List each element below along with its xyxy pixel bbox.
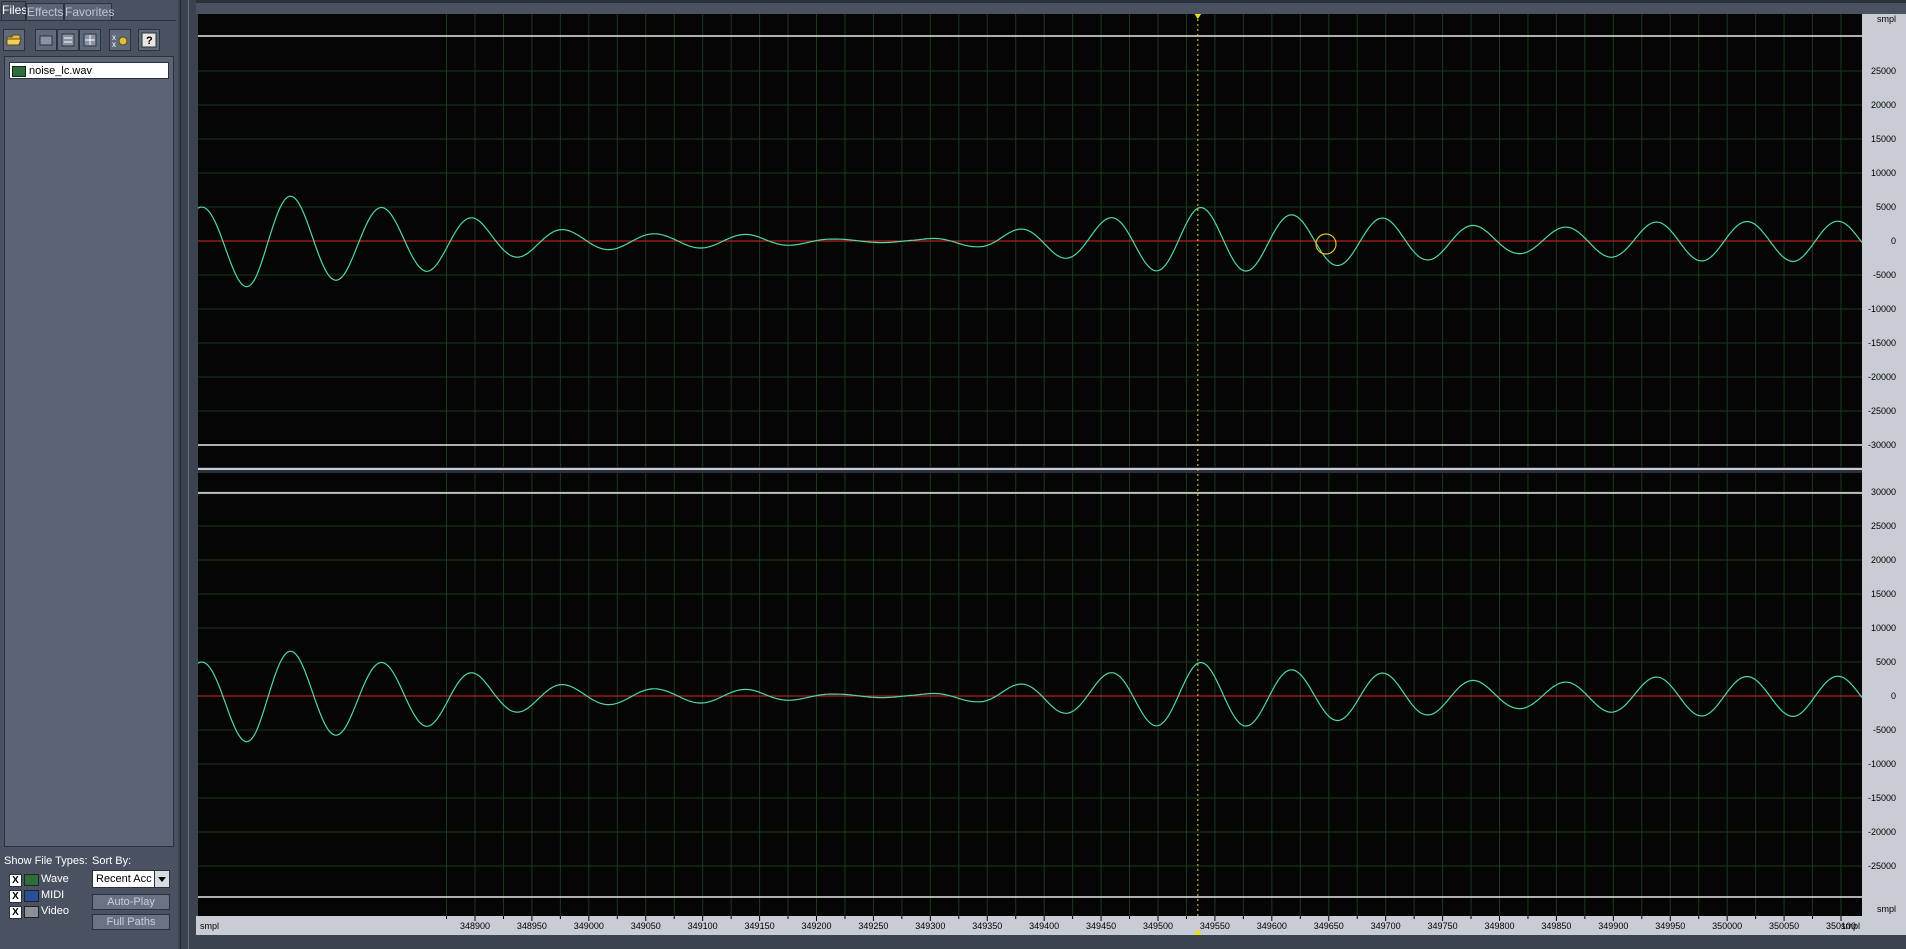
sort-by-select[interactable]: Recent Acc: [92, 870, 170, 888]
amplitude-tick-label: 10000: [1871, 168, 1896, 178]
time-tick-label: 349300: [915, 921, 945, 931]
time-tick-label: 349150: [745, 921, 775, 931]
time-unit-label: smpl: [200, 921, 219, 931]
file-panel: Files Effects Favorites xx ? noise_lc.wa…: [0, 0, 178, 949]
open-folder-icon[interactable]: [3, 29, 25, 51]
time-tick-label: 349250: [858, 921, 888, 931]
amplitude-tick-label: 15000: [1871, 134, 1896, 144]
tab-favorites[interactable]: Favorites: [64, 3, 114, 20]
file-list[interactable]: noise_lc.wav: [4, 56, 174, 847]
time-tick-label: 349650: [1314, 921, 1344, 931]
time-tick-label: 349800: [1484, 921, 1514, 931]
tab-divider: [0, 20, 176, 21]
svg-text:?: ?: [146, 35, 153, 47]
list-item[interactable]: noise_lc.wav: [9, 62, 169, 79]
midi-type-icon: [24, 890, 39, 902]
svg-text:x: x: [112, 40, 116, 48]
time-tick-label: 350050: [1769, 921, 1799, 931]
amplitude-tick-label: 0: [1891, 691, 1896, 701]
video-checkbox[interactable]: X: [9, 906, 22, 919]
amplitude-ruler: [1862, 14, 1906, 916]
auto-play-button[interactable]: Auto-Play: [92, 894, 170, 910]
time-tick-label: 348900: [460, 921, 490, 931]
amplitude-tick-label: -5000: [1873, 725, 1896, 735]
amplitude-tick-label: -10000: [1868, 304, 1896, 314]
time-tick-label: 350000: [1712, 921, 1742, 931]
plot-area: [198, 14, 1862, 916]
wave-type-icon: [24, 874, 39, 886]
chevron-down-icon[interactable]: [154, 871, 169, 887]
bottom-strip: [196, 935, 1906, 949]
midi-label: MIDI: [41, 889, 65, 901]
time-tick-label: 349100: [688, 921, 718, 931]
amplitude-tick-label: 20000: [1871, 555, 1896, 565]
time-tick-label: 349400: [1029, 921, 1059, 931]
amplitude-tick-label: -30000: [1868, 440, 1896, 450]
help-icon[interactable]: ?: [138, 29, 160, 51]
amplitude-tick-label: -15000: [1868, 338, 1896, 348]
time-tick-label: 349450: [1086, 921, 1116, 931]
amplitude-tick-label: -25000: [1868, 406, 1896, 416]
amplitude-tick-label: 0: [1891, 236, 1896, 246]
time-tick-label: 349350: [972, 921, 1002, 931]
time-tick-label: 348950: [517, 921, 547, 931]
time-tick-label: 349550: [1200, 921, 1230, 931]
amplitude-tick-label: 15000: [1871, 589, 1896, 599]
amplitude-tick-label: -25000: [1868, 861, 1896, 871]
time-tick-label: 349700: [1371, 921, 1401, 931]
amplitude-tick-label: 5000: [1876, 202, 1896, 212]
close-file-icon[interactable]: [35, 29, 57, 51]
amplitude-tick-label: 20000: [1871, 100, 1896, 110]
panel-splitter[interactable]: [178, 0, 196, 949]
amplitude-tick-label: -10000: [1868, 759, 1896, 769]
video-type-icon: [24, 906, 39, 918]
waveform-display[interactable]: 25000 20000 15000 10000 5000 0 -5000 -10000 -150…: [196, 14, 1906, 935]
amplitude-tick-label: -15000: [1868, 793, 1896, 803]
sort-by-label: Sort By:: [92, 855, 132, 867]
time-tick-label: 349750: [1428, 921, 1458, 931]
wave-checkbox[interactable]: X: [9, 874, 22, 887]
amplitude-tick-label: 10000: [1871, 623, 1896, 633]
time-tick-label: 349600: [1257, 921, 1287, 931]
amplitude-tick-label: 25000: [1871, 66, 1896, 76]
amplitude-tick-label: 25000: [1871, 521, 1896, 531]
amplitude-tick-label: -20000: [1868, 827, 1896, 837]
wave-file-icon: [12, 66, 26, 77]
insert-icon[interactable]: [57, 29, 79, 51]
amplitude-unit-label: smpl: [1877, 14, 1896, 24]
time-tick-label: 349950: [1655, 921, 1685, 931]
time-tick-label: 349500: [1143, 921, 1173, 931]
overview-strip[interactable]: [196, 0, 1906, 14]
mix-icon[interactable]: [79, 29, 101, 51]
time-tick-label: 349000: [574, 921, 604, 931]
time-tick-label: 349200: [801, 921, 831, 931]
tab-files[interactable]: Files: [1, 1, 27, 21]
amplitude-tick-label: 30000: [1871, 487, 1896, 497]
time-tick-label: 349850: [1541, 921, 1571, 931]
tab-effects[interactable]: Effects: [26, 3, 64, 20]
full-paths-button[interactable]: Full Paths: [92, 914, 170, 930]
amplitude-unit-label: smpl: [1877, 904, 1896, 914]
time-tick-label: 350100: [1826, 921, 1856, 931]
amplitude-tick-label: 5000: [1876, 657, 1896, 667]
time-tick-label: 349050: [631, 921, 661, 931]
amplitude-tick-label: -20000: [1868, 372, 1896, 382]
time-tick-label: 349900: [1598, 921, 1628, 931]
wave-label: Wave: [41, 873, 69, 885]
video-label: Video: [41, 905, 69, 917]
amplitude-tick-label: -5000: [1873, 270, 1896, 280]
settings-icon[interactable]: xx: [109, 29, 131, 51]
midi-checkbox[interactable]: X: [9, 890, 22, 903]
show-file-types-label: Show File Types:: [4, 855, 88, 867]
